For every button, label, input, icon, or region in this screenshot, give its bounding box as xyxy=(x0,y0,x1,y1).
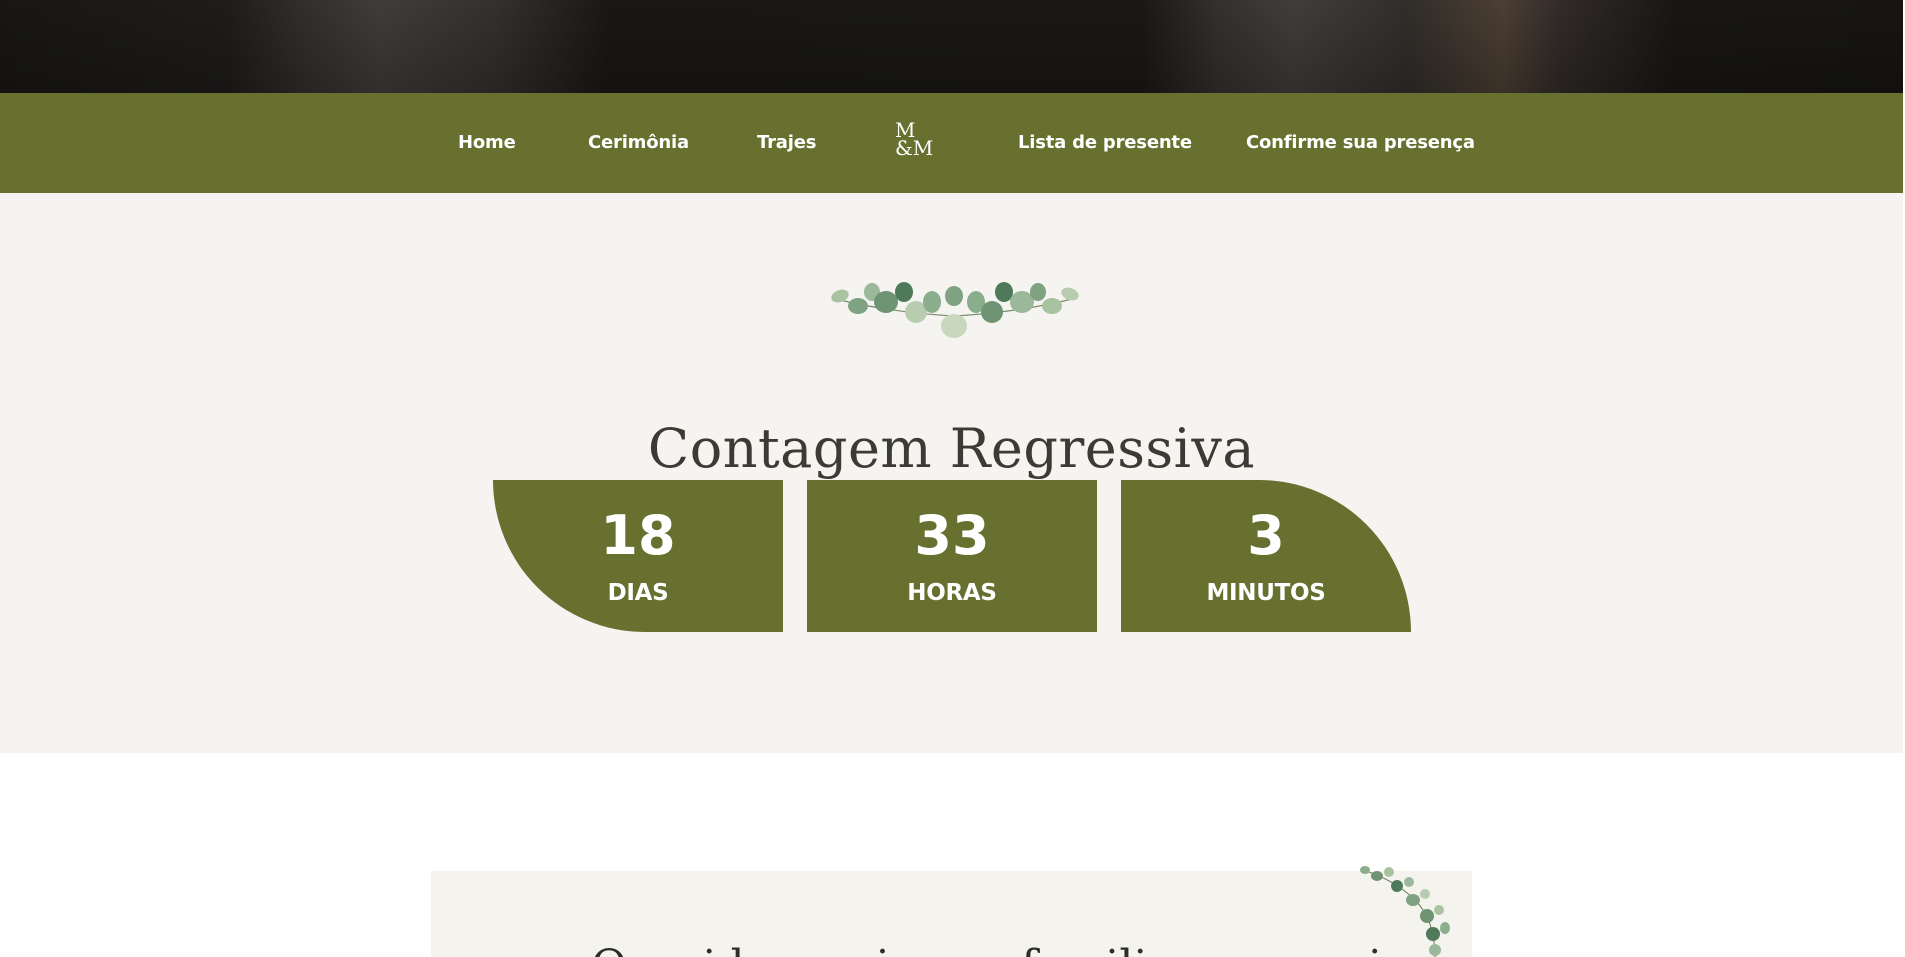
nav-confirme-presenca-link[interactable]: Confirme sua presença xyxy=(1246,93,1475,193)
countdown-days-label: DIAS xyxy=(607,580,669,606)
eucalyptus-garland-icon xyxy=(831,282,1079,338)
monogram-logo[interactable]: M &M xyxy=(893,120,933,164)
countdown-hours-value: 33 xyxy=(914,504,990,567)
countdown-title: Contagem Regressiva xyxy=(647,417,1256,481)
nav-trajes-link[interactable]: Trajes xyxy=(757,93,816,193)
countdown-minutes-label: MINUTOS xyxy=(1206,580,1326,606)
countdown-minutes-value: 3 xyxy=(1247,504,1285,567)
logo-line-2: &M xyxy=(895,136,934,160)
page: Home Cerimônia Trajes M &M Lista de pres… xyxy=(0,0,1905,957)
nav-lista-presente-link[interactable]: Lista de presente xyxy=(1018,93,1192,193)
countdown-days-value: 18 xyxy=(600,504,676,567)
nav-home-link[interactable]: Home xyxy=(458,93,516,193)
hero-photo-strip xyxy=(0,0,1903,93)
main-navbar: Home Cerimônia Trajes M &M Lista de pres… xyxy=(0,93,1903,193)
countdown-hours-box: 33 HORAS xyxy=(807,480,1097,632)
nav-cerimonia-link[interactable]: Cerimônia xyxy=(588,93,689,193)
countdown-hours-label: HORAS xyxy=(907,580,997,606)
message-card: Queridos amigos e familiares, que jo xyxy=(431,871,1472,957)
message-heading: Queridos amigos e familiares, que jo xyxy=(591,941,1408,957)
eucalyptus-corner-icon xyxy=(1360,866,1450,957)
